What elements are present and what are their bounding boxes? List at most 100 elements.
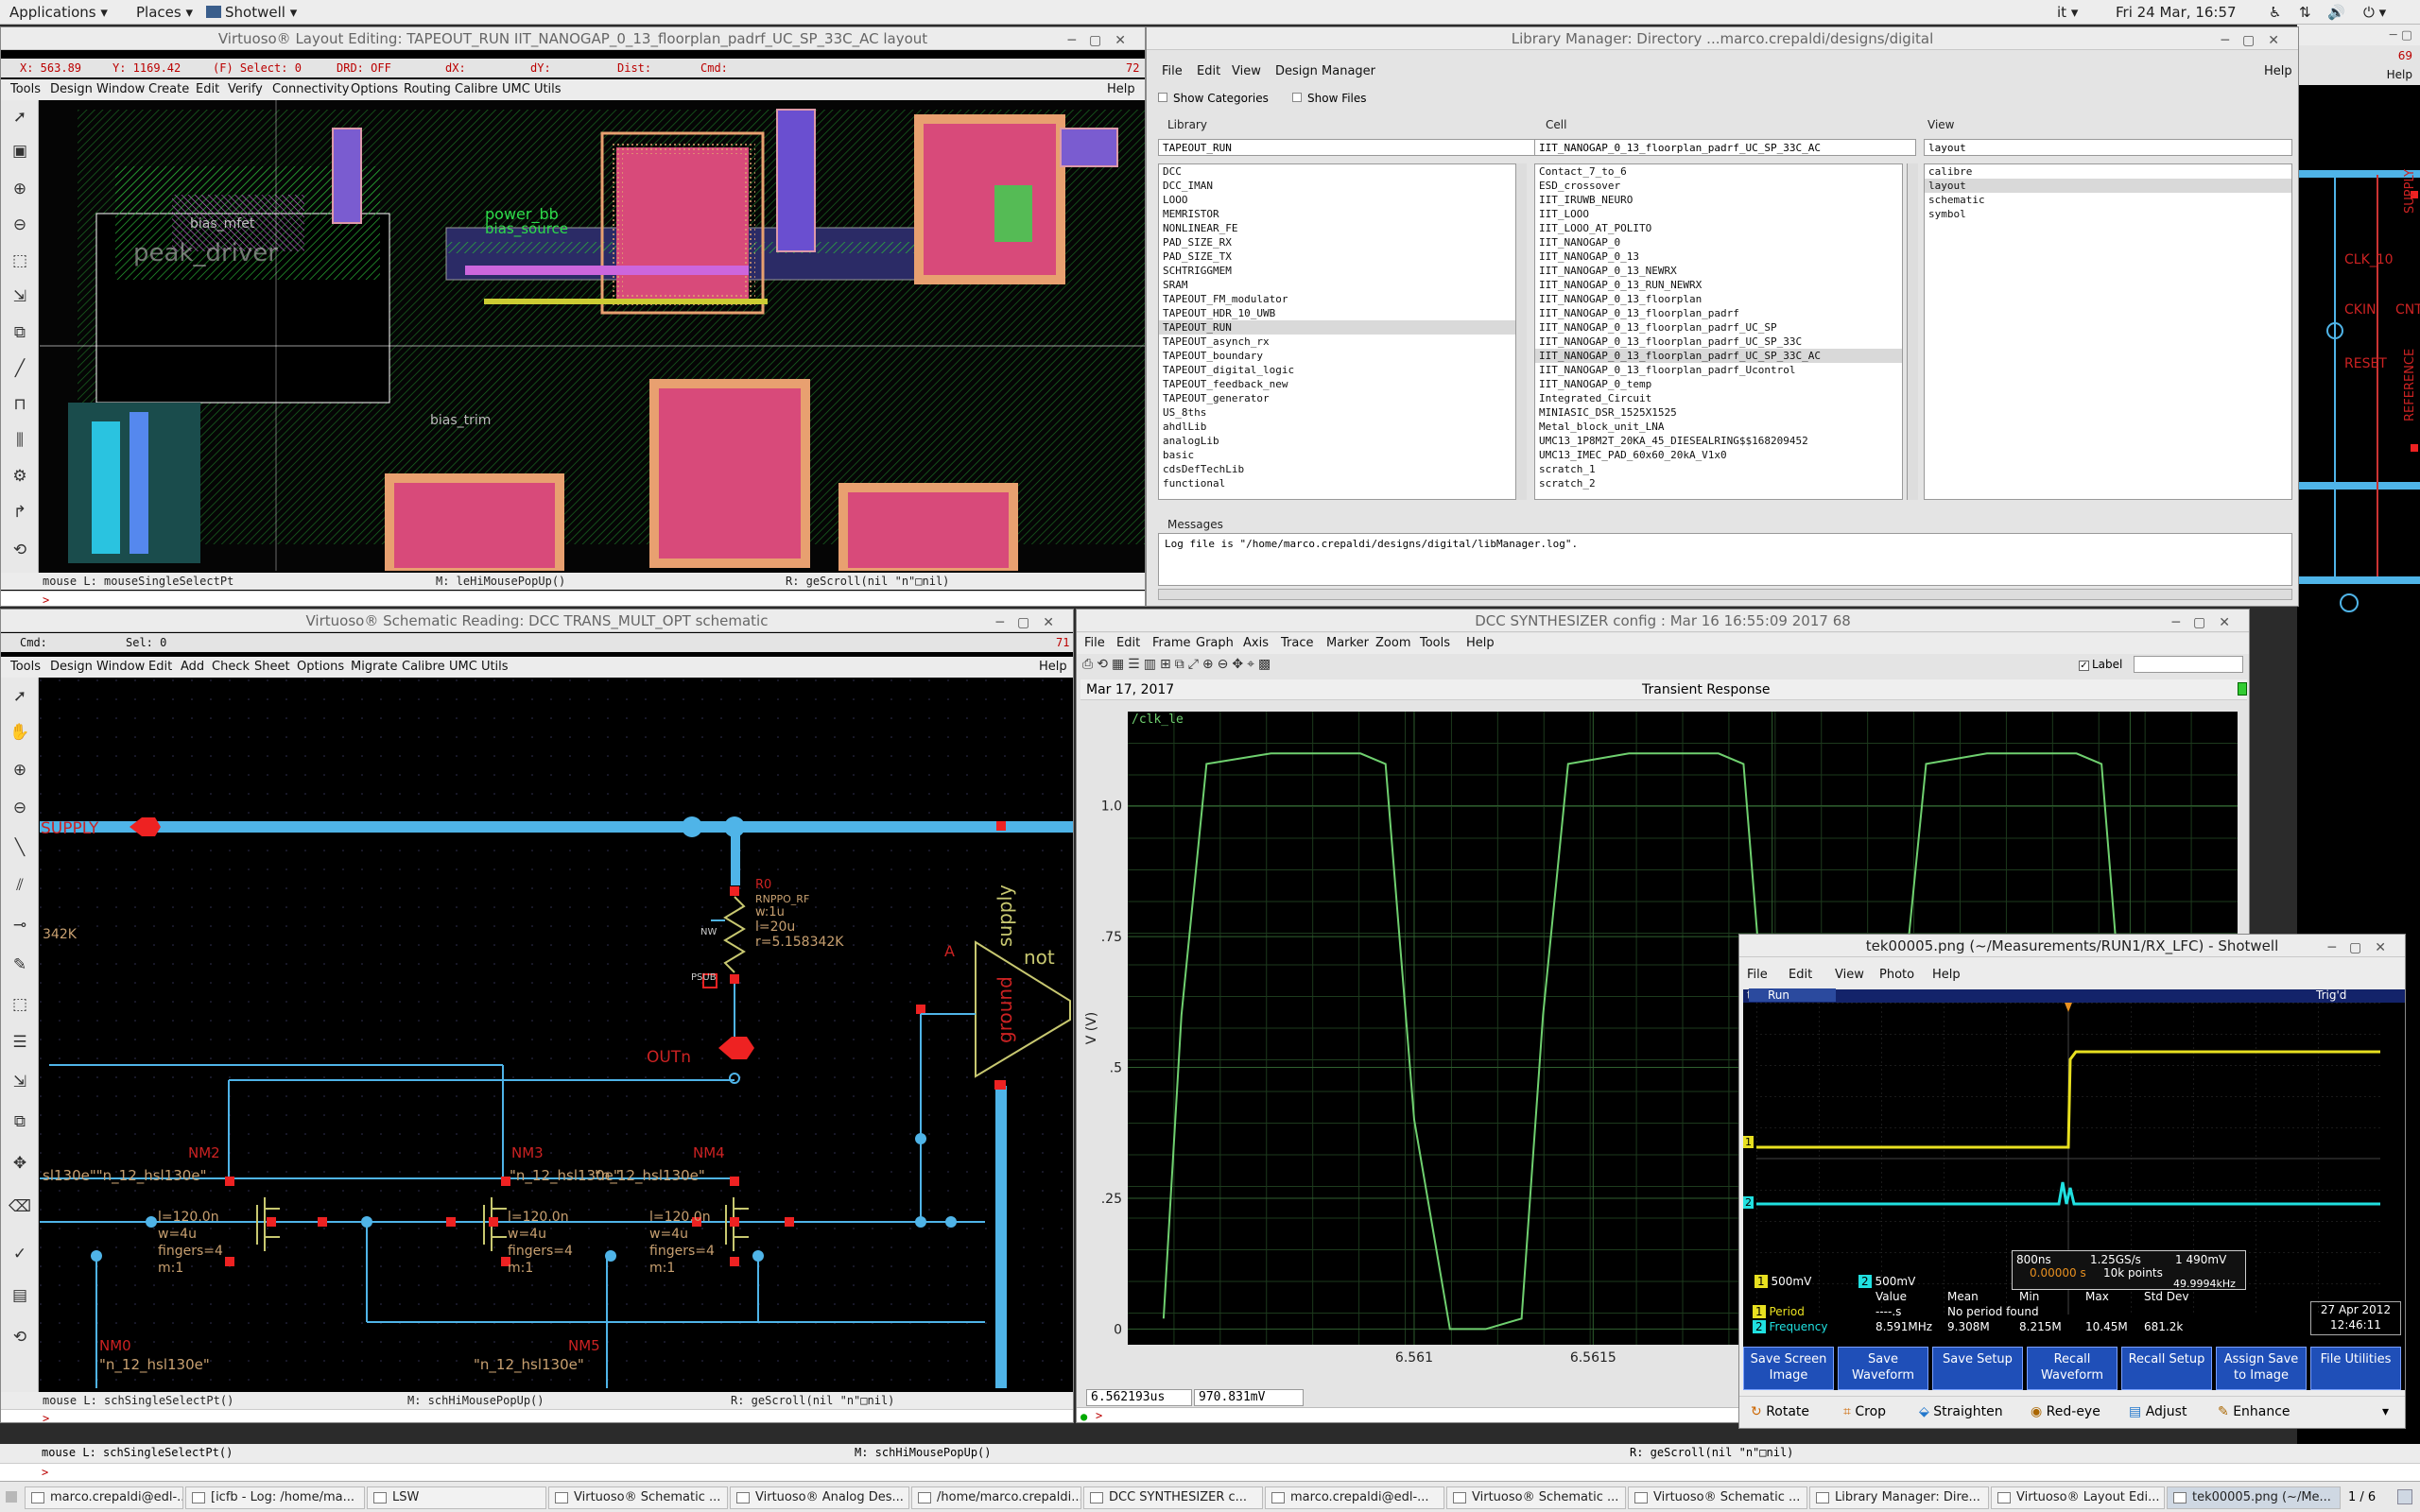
background-window-buttons[interactable]: ─ ▢ — [2390, 28, 2412, 43]
oscilloscope-photo[interactable]: tek Run Trig'd 1 2 800ns 1.25GS/s 0.0000… — [1743, 988, 2405, 1390]
libmgr-menu-help[interactable]: Help — [2264, 64, 2292, 78]
synth-menu-marker[interactable]: Marker — [1326, 636, 1369, 650]
synth-menu-zoom[interactable]: Zoom — [1375, 636, 1410, 650]
layout-command-line[interactable]: > — [1, 591, 1145, 606]
rotate-button[interactable]: ↻ Rotate — [1751, 1404, 1809, 1419]
undo-icon[interactable]: ⟲ — [7, 537, 33, 563]
library-list-item[interactable]: TAPEOUT_digital_logic — [1159, 363, 1526, 377]
cell-list[interactable]: Contact_7_to_6 ESD_crossover IIT_IRUWB_NEU… — [1534, 163, 1903, 500]
schem-delete-icon[interactable]: ⌫ — [7, 1194, 33, 1220]
layout-window-controls[interactable]: ─▢✕ — [1068, 29, 1139, 52]
task-analog-design[interactable]: Virtuoso® Analog Des... — [730, 1486, 909, 1509]
library-list-item[interactable]: analogLib — [1159, 434, 1526, 448]
task-dcc-synthesizer[interactable]: DCC SYNTHESIZER c... — [1083, 1486, 1263, 1509]
synth-menu-file[interactable]: File — [1084, 636, 1105, 650]
task-home-folder[interactable]: /home/marco.crepaldi... — [911, 1486, 1081, 1509]
cell-list-item[interactable]: IIT_NANOGAP_0_13_floorplan — [1535, 292, 1902, 306]
messages-area[interactable]: Log file is "/home/marco.crepaldi/design… — [1158, 533, 2292, 586]
synth-menu-help[interactable]: Help — [1466, 636, 1495, 650]
schem-hand-icon[interactable]: ✋ — [7, 719, 33, 746]
cell-list-item[interactable]: IIT_NANOGAP_0_13_floorplan_padrf_Ucontro… — [1535, 363, 1902, 377]
shotwell-menu-view[interactable]: View — [1835, 968, 1864, 982]
cell-list-item[interactable]: IIT_IRUWB_NEURO — [1535, 193, 1902, 207]
cell-list-item[interactable]: IIT_NANOGAP_0_13_NEWRX — [1535, 264, 1902, 278]
schem-menu-design[interactable]: Design — [50, 660, 93, 674]
library-list-item[interactable]: cdsDefTechLib — [1159, 462, 1526, 476]
layout-menu-create[interactable]: Create — [148, 82, 189, 96]
layout-menu-routing[interactable]: Routing — [404, 82, 451, 96]
adjust-button[interactable]: ▤ Adjust — [2129, 1404, 2187, 1419]
select-tool-icon[interactable]: ➚ — [7, 104, 33, 130]
libmgr-window-controls[interactable]: ─▢✕ — [2221, 29, 2292, 52]
marker-icon[interactable]: ⧉ — [1175, 657, 1188, 672]
task-terminal-2[interactable]: marco.crepaldi@edl-... — [1265, 1486, 1444, 1509]
synth-menu-graph[interactable]: Graph — [1196, 636, 1234, 650]
library-list-item[interactable]: TAPEOUT_RUN — [1159, 320, 1526, 335]
cell-list-item[interactable]: IIT_NANOGAP_0_temp — [1535, 377, 1902, 391]
cell-list-item[interactable]: Integrated_Circuit — [1535, 391, 1902, 405]
workspace-switcher-icon[interactable] — [2397, 1489, 2412, 1504]
cell-list-item[interactable]: IIT_NANOGAP_0_13_floorplan_padrf_UC_SP_3… — [1535, 335, 1902, 349]
label-checkbox[interactable]: ✓ Label — [2079, 658, 2122, 671]
synth-menu-axis[interactable]: Axis — [1243, 636, 1269, 650]
power-icon[interactable]: ⏻ ▾ — [2363, 4, 2386, 21]
task-shotwell[interactable]: tek00005.png (~/Me... — [2167, 1486, 2341, 1509]
zoom-out-x-icon[interactable]: ⊖ — [1218, 657, 1233, 672]
cell-list-item[interactable]: Metal_block_unit_LNA — [1535, 420, 1902, 434]
schem-label-icon[interactable]: ✎ — [7, 952, 33, 978]
pan-icon[interactable]: ✥ — [1232, 657, 1247, 672]
volume-icon[interactable]: 🔊 — [2327, 4, 2345, 21]
library-list-item[interactable]: LOOO — [1159, 193, 1526, 207]
red-eye-button[interactable]: ◉ Red-eye — [2031, 1404, 2100, 1419]
library-list-item[interactable]: DCC — [1159, 164, 1526, 179]
schem-menu-calibre[interactable]: Calibre — [402, 660, 445, 674]
library-list-item[interactable]: TAPEOUT_FM_modulator — [1159, 292, 1526, 306]
task-library-manager[interactable]: Library Manager: Dire... — [1809, 1486, 1989, 1509]
libmgr-menu-view[interactable]: View — [1232, 64, 1261, 78]
strip-icon[interactable]: ☰ — [1128, 657, 1144, 672]
zoom-in-icon[interactable]: ⊕ — [7, 176, 33, 202]
schematic-window-controls[interactable]: ─▢✕ — [996, 611, 1067, 634]
task-icfb-log[interactable]: [icfb - Log: /home/ma... — [185, 1486, 365, 1509]
library-field[interactable]: TAPEOUT_RUN — [1158, 139, 1540, 156]
schem-zoom-in-icon[interactable]: ⊕ — [7, 757, 33, 783]
layout-menu-connectivity[interactable]: Connectivity — [272, 82, 349, 96]
cell-scrollbar[interactable] — [1907, 163, 1918, 500]
library-list-item[interactable]: US_8ths — [1159, 405, 1526, 420]
library-list-item[interactable]: PAD_SIZE_RX — [1159, 235, 1526, 249]
view-list[interactable]: calibre layout schematic symbol — [1924, 163, 2292, 500]
synth-window-controls[interactable]: ─▢✕ — [2172, 611, 2243, 634]
layout-menu-help[interactable]: Help — [1107, 82, 1135, 96]
view-list-item[interactable]: calibre — [1925, 164, 2291, 179]
view-list-item[interactable]: layout — [1925, 179, 2291, 193]
grid-icon[interactable]: ▩ — [1258, 657, 1274, 672]
accessibility-icon[interactable]: ♿ — [2269, 4, 2281, 21]
library-list-item[interactable]: SRAM — [1159, 278, 1526, 292]
view-list-item[interactable]: symbol — [1925, 207, 2291, 221]
schem-stretch-icon[interactable]: ⇲ — [7, 1069, 33, 1095]
layout-menu-calibre[interactable]: Calibre — [455, 82, 498, 96]
more-tools-icon[interactable]: ▾ — [2382, 1404, 2389, 1419]
library-list-item[interactable]: TAPEOUT_generator — [1159, 391, 1526, 405]
task-terminal-1[interactable]: marco.crepaldi@edl-... — [25, 1486, 183, 1509]
schem-pin-icon[interactable]: ⊸ — [7, 912, 33, 938]
schem-menu-tools[interactable]: Tools — [10, 660, 41, 674]
schem-menu-window[interactable]: Window — [96, 660, 145, 674]
layout-menu-edit[interactable]: Edit — [196, 82, 219, 96]
library-list-item[interactable]: ahdlLib — [1159, 420, 1526, 434]
schem-instance-icon[interactable]: ⬚ — [7, 991, 33, 1018]
crosshair-icon[interactable]: ⌖ — [1247, 657, 1258, 672]
schem-menu-add[interactable]: Add — [181, 660, 204, 674]
wire-icon[interactable]: ↱ — [7, 499, 33, 525]
save-icon[interactable]: ▣ — [7, 138, 33, 164]
cell-list-item[interactable]: MINIASIC_DSR_1525X1525 — [1535, 405, 1902, 420]
library-list-item[interactable]: PAD_SIZE_TX — [1159, 249, 1526, 264]
show-files-checkbox[interactable]: Show Files — [1292, 92, 1367, 105]
enhance-button[interactable]: ✎ Enhance — [2218, 1404, 2290, 1419]
cell-list-item[interactable]: IIT_NANOGAP_0 — [1535, 235, 1902, 249]
schem-menu-umc-utils[interactable]: UMC Utils — [449, 660, 509, 674]
path-icon[interactable]: ╱ — [7, 355, 33, 382]
library-list-item[interactable]: TAPEOUT_HDR_10_UWB — [1159, 306, 1526, 320]
crop-button[interactable]: ⌗ Crop — [1843, 1404, 1886, 1419]
schem-move-icon[interactable]: ✥ — [7, 1150, 33, 1177]
